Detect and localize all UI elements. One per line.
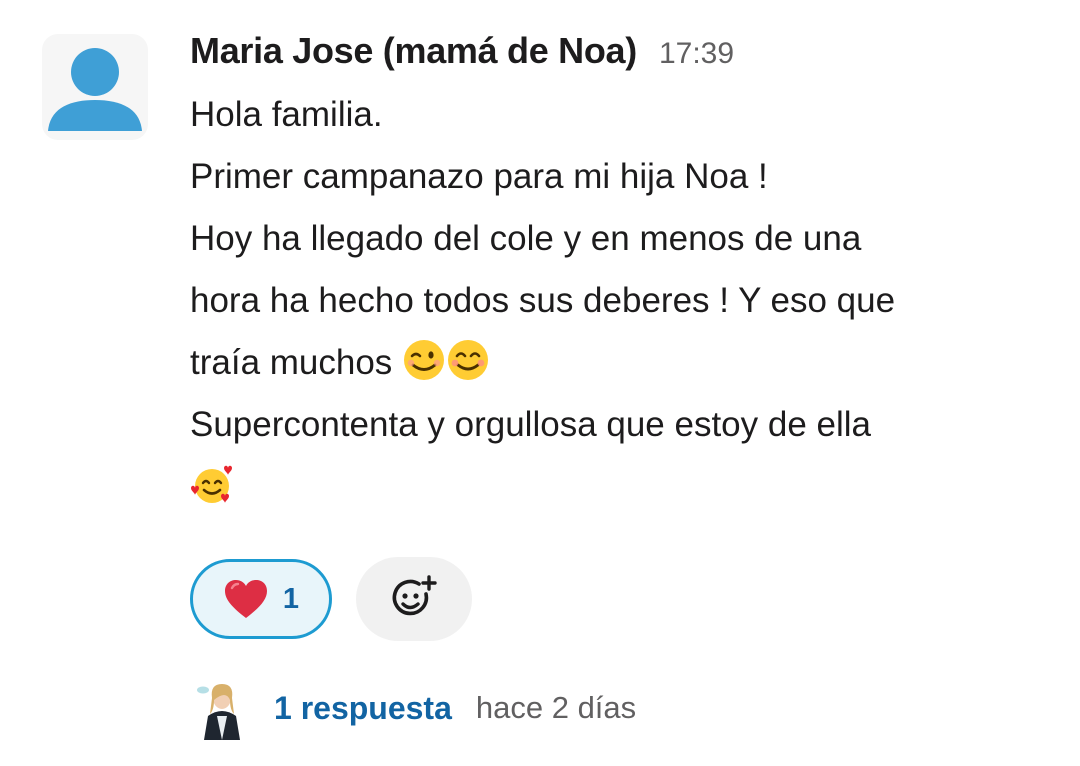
- author-name[interactable]: Maria Jose (mamá de Noa): [190, 30, 637, 72]
- smiling-face-icon: [448, 340, 489, 380]
- add-reaction-button[interactable]: [356, 557, 472, 641]
- message-line-emoji-only: [190, 456, 1050, 518]
- reply-count-link[interactable]: 1 respuesta: [274, 690, 452, 727]
- message-line: Hoy ha llegado del cole y en menos de un…: [190, 219, 862, 258]
- winking-face-icon: [404, 340, 445, 380]
- author-avatar[interactable]: [42, 34, 148, 140]
- replier-avatar[interactable]: [190, 676, 254, 740]
- message-line-with-emojis: traía muchos: [190, 332, 1050, 394]
- message-line: traía muchos: [190, 343, 393, 382]
- person-photo-icon: [190, 676, 254, 740]
- smiling-face-with-hearts-icon: [191, 465, 232, 503]
- message: Maria Jose (mamá de Noa) 17:39 Hola fami…: [0, 0, 1080, 766]
- message-body: Hola familia. Primer campanazo para mi h…: [190, 84, 1050, 518]
- message-line: Hola familia.: [190, 95, 383, 134]
- add-reaction-icon: [392, 575, 437, 616]
- message-line: Primer campanazo para mi hija Noa !: [190, 157, 768, 196]
- message-header: Maria Jose (mamá de Noa) 17:39: [190, 30, 1050, 86]
- red-heart-icon: [224, 580, 267, 618]
- message-line: hora ha hecho todos sus deberes ! Y eso …: [190, 281, 896, 320]
- message-content: Maria Jose (mamá de Noa) 17:39 Hola fami…: [190, 30, 1050, 518]
- heart-reaction-button[interactable]: 1: [190, 559, 332, 639]
- message-timestamp[interactable]: 17:39: [659, 37, 734, 71]
- reactions-bar: 1: [190, 557, 472, 641]
- reaction-count: 1: [282, 582, 300, 615]
- last-reply-time: hace 2 días: [475, 690, 637, 725]
- thread-summary[interactable]: 1 respuesta hace 2 días: [190, 676, 636, 740]
- message-line: Supercontenta y orgullosa que estoy de e…: [190, 405, 872, 444]
- default-user-icon: [48, 48, 142, 131]
